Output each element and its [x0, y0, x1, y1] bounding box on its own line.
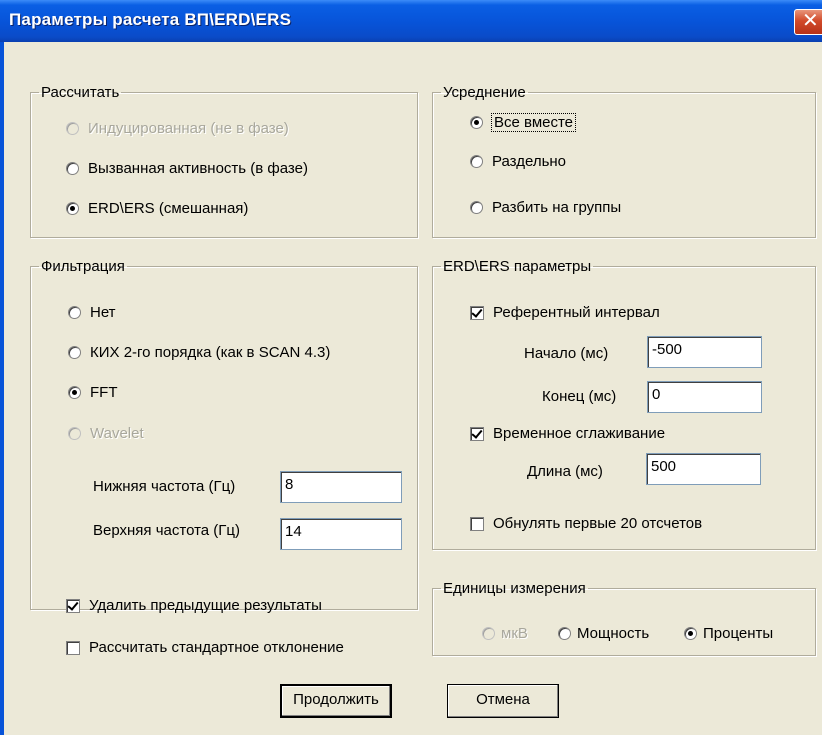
radio-button[interactable] [68, 386, 81, 399]
radio-units-power[interactable]: Мощность [558, 625, 649, 642]
radio-units-uv-label: мкВ [501, 625, 528, 642]
dialog-body: Рассчитать Индуцированная (не в фазе) Вы… [0, 42, 822, 735]
delete-previous-label: Удалить предыдущие результаты [89, 597, 322, 614]
erd-params-group-legend: ERD\ERS параметры [443, 258, 592, 275]
checkbox[interactable] [470, 516, 484, 531]
radio-evoked[interactable]: Вызванная активность (в фазе) [66, 160, 308, 177]
close-button[interactable]: ✕ [794, 9, 822, 35]
units-group: Единицы измерения [432, 580, 816, 656]
averaging-group-legend: Усреднение [443, 84, 526, 101]
low-freq-input[interactable]: 8 [280, 471, 402, 503]
checkbox[interactable] [66, 640, 80, 655]
checkbox-reference-interval[interactable]: Референтный интервал [470, 304, 660, 321]
radio-separately[interactable]: Раздельно [470, 153, 566, 170]
radio-filter-fft-label: FFT [90, 384, 118, 401]
radio-filter-fir-label: КИХ 2-го порядка (как в SCAN 4.3) [90, 344, 331, 361]
high-freq-label: Верхняя частота (Гц) [93, 522, 241, 539]
radio-units-percent-label: Проценты [703, 625, 774, 642]
radio-filter-wavelet-label: Wavelet [90, 425, 144, 442]
checkbox[interactable] [470, 426, 484, 441]
units-group-legend: Единицы измерения [443, 580, 586, 597]
radio-button[interactable] [68, 427, 81, 440]
start-ms-input[interactable]: -500 [647, 336, 762, 368]
radio-split-groups-label: Разбить на группы [492, 199, 622, 216]
temporal-smoothing-label: Временное сглаживание [493, 425, 666, 442]
end-ms-label: Конец (мс) [542, 388, 617, 405]
radio-induced[interactable]: Индуцированная (не в фазе) [66, 120, 289, 137]
radio-button[interactable] [470, 201, 483, 214]
length-ms-input[interactable]: 500 [646, 453, 761, 485]
window-title: Параметры расчета ВП\ERD\ERS [9, 10, 292, 29]
checkbox-delete-previous[interactable]: Удалить предыдущие результаты [66, 597, 322, 614]
radio-button[interactable] [482, 627, 495, 640]
reference-interval-label: Референтный интервал [493, 304, 660, 321]
radio-separately-label: Раздельно [492, 153, 567, 170]
radio-button[interactable] [470, 155, 483, 168]
radio-erd-ers-label: ERD\ERS (смешанная) [88, 200, 249, 217]
continue-button[interactable]: Продолжить [280, 684, 392, 718]
radio-all-together[interactable]: Все вместе [470, 113, 577, 132]
length-ms-label: Длина (мс) [527, 463, 603, 480]
radio-split-groups[interactable]: Разбить на группы [470, 199, 621, 216]
checkbox-temporal-smoothing[interactable]: Временное сглаживание [470, 425, 665, 442]
cancel-button[interactable]: Отмена [447, 684, 559, 718]
checkbox-compute-std[interactable]: Рассчитать стандартное отклонение [66, 639, 344, 656]
calculate-group-legend: Рассчитать [41, 84, 120, 101]
end-ms-input[interactable]: 0 [647, 381, 762, 413]
radio-button[interactable] [68, 306, 81, 319]
radio-induced-label: Индуцированная (не в фазе) [88, 120, 289, 137]
radio-button[interactable] [470, 116, 483, 129]
high-freq-input[interactable]: 14 [280, 518, 402, 550]
radio-units-power-label: Мощность [577, 625, 650, 642]
radio-button[interactable] [66, 122, 79, 135]
radio-button[interactable] [558, 627, 571, 640]
radio-button[interactable] [684, 627, 697, 640]
title-bar[interactable]: Параметры расчета ВП\ERD\ERS ✕ [0, 0, 822, 42]
radio-all-together-label: Все вместе [490, 113, 577, 132]
radio-evoked-label: Вызванная активность (в фазе) [88, 160, 308, 177]
radio-filter-none-label: Нет [90, 304, 116, 321]
radio-filter-wavelet[interactable]: Wavelet [68, 425, 144, 442]
filtering-group-legend: Фильтрация [41, 258, 125, 275]
compute-std-label: Рассчитать стандартное отклонение [89, 639, 344, 656]
radio-button[interactable] [66, 162, 79, 175]
zero-first-label: Обнулять первые 20 отсчетов [493, 515, 703, 532]
radio-units-uv[interactable]: мкВ [482, 625, 528, 642]
radio-erd-ers[interactable]: ERD\ERS (смешанная) [66, 200, 248, 217]
checkbox-zero-first[interactable]: Обнулять первые 20 отсчетов [470, 515, 702, 532]
radio-button[interactable] [68, 346, 81, 359]
radio-filter-fir[interactable]: КИХ 2-го порядка (как в SCAN 4.3) [68, 344, 330, 361]
checkbox[interactable] [470, 305, 484, 320]
close-icon: ✕ [802, 10, 819, 32]
radio-filter-fft[interactable]: FFT [68, 384, 118, 401]
radio-filter-none[interactable]: Нет [68, 304, 116, 321]
checkbox[interactable] [66, 598, 80, 613]
radio-units-percent[interactable]: Проценты [684, 625, 773, 642]
start-ms-label: Начало (мс) [524, 345, 609, 362]
radio-button[interactable] [66, 202, 79, 215]
low-freq-label: Нижняя частота (Гц) [93, 478, 236, 495]
